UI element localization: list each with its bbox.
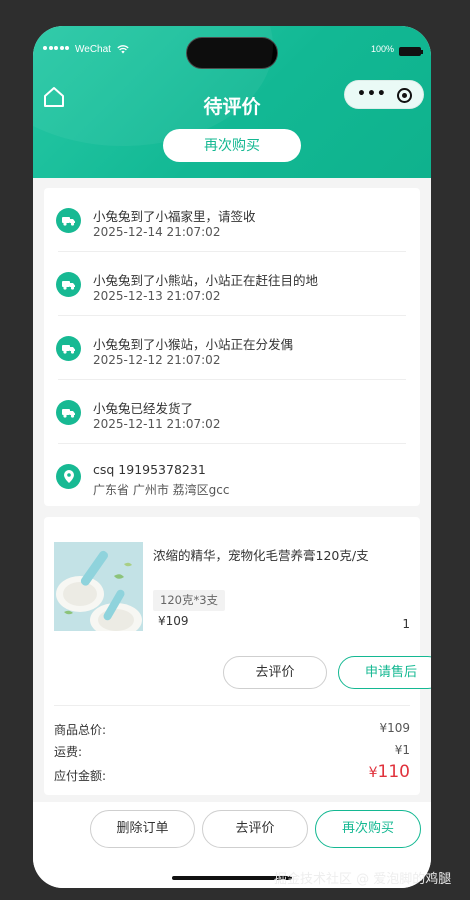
product-name[interactable]: 浓缩的精华，宠物化毛营养膏120克/支 (153, 545, 369, 564)
truck-icon (56, 400, 81, 425)
logistics-text: 小兔兔已经发货了 (93, 401, 194, 416)
status-bar: WeChat 100% (33, 44, 431, 60)
shipping-value: ¥1 (394, 743, 410, 757)
logistics-time: 2025-12-11 21:07:02 (93, 417, 221, 431)
logistics-item: 小兔兔已经发货了 2025-12-11 21:07:02 (44, 380, 420, 444)
truck-icon (56, 336, 81, 361)
buy-again-header-button[interactable]: 再次购买 (163, 129, 301, 162)
product-price: ¥109 (158, 614, 189, 628)
more-dots-icon[interactable]: ••• (357, 87, 387, 101)
address-contact: csq 19195378231 (93, 462, 206, 477)
logistics-item: 小兔兔到了小福家里，请签收 2025-12-14 21:07:02 (44, 188, 420, 252)
currency-symbol: ¥ (368, 765, 378, 781)
delete-order-button[interactable]: 删除订单 (90, 810, 195, 848)
battery-icon (399, 47, 423, 56)
signal-icon (43, 46, 69, 50)
order-card: 浓缩的精华，宠物化毛营养膏120克/支 120克*3支 ¥109 1 去评价 申… (44, 517, 431, 795)
divider (54, 705, 410, 706)
battery-percent: 100% (371, 44, 395, 54)
truck-icon (56, 272, 81, 297)
product-quantity: 1 (402, 617, 410, 631)
mini-program-capsule: ••• (344, 80, 424, 109)
bottom-review-button[interactable]: 去评价 (202, 810, 308, 848)
address-item: csq 19195378231 广东省 广州市 荔湾区gcc (44, 444, 420, 508)
watermark-text: 掘金技术社区 @ 爱泡脚的鸡腿 (274, 872, 452, 887)
logistics-text: 小兔兔到了小福家里，请签收 (93, 209, 256, 224)
logistics-item: 小兔兔到了小猴站，小站正在分发偶 2025-12-12 21:07:02 (44, 316, 420, 380)
logistics-time: 2025-12-14 21:07:02 (93, 225, 221, 239)
review-button[interactable]: 去评价 (223, 656, 327, 689)
address-detail: 广东省 广州市 荔湾区gcc (93, 483, 230, 497)
product-image[interactable] (54, 542, 143, 631)
buy-again-button[interactable]: 再次购买 (315, 810, 421, 848)
truck-icon (56, 208, 81, 233)
logistics-time: 2025-12-12 21:07:02 (93, 353, 221, 367)
logistics-item: 小兔兔到了小熊站，小站正在赶往目的地 2025-12-13 21:07:02 (44, 252, 420, 316)
payable-amount: ¥110 (369, 762, 410, 782)
logistics-card: 小兔兔到了小福家里，请签收 2025-12-14 21:07:02 小兔兔到了小… (44, 188, 420, 506)
wifi-icon (117, 45, 129, 57)
payable-value: 110 (377, 762, 410, 782)
payable-label: 应付金额: (54, 769, 107, 783)
logistics-text: 小兔兔到了小猴站，小站正在分发偶 (93, 337, 294, 352)
location-pin-icon (56, 464, 81, 489)
phone-screen: WeChat 100% 待评价 ••• 再次购买 小兔兔到了小福家里，请签收 2… (33, 26, 431, 888)
logistics-time: 2025-12-13 21:07:02 (93, 289, 221, 303)
target-close-icon[interactable] (397, 88, 412, 103)
goods-total-value: ¥109 (379, 721, 410, 735)
product-spec: 120克*3支 (153, 590, 226, 611)
after-sale-button[interactable]: 申请售后 (338, 656, 431, 689)
home-icon[interactable] (43, 86, 65, 108)
logistics-text: 小兔兔到了小熊站，小站正在赶往目的地 (93, 273, 319, 288)
carrier-name: WeChat (75, 44, 111, 55)
header-banner: WeChat 100% 待评价 ••• 再次购买 (33, 26, 431, 178)
shipping-label: 运费: (54, 745, 83, 759)
goods-total-label: 商品总价: (54, 723, 107, 737)
dynamic-island (186, 37, 278, 69)
